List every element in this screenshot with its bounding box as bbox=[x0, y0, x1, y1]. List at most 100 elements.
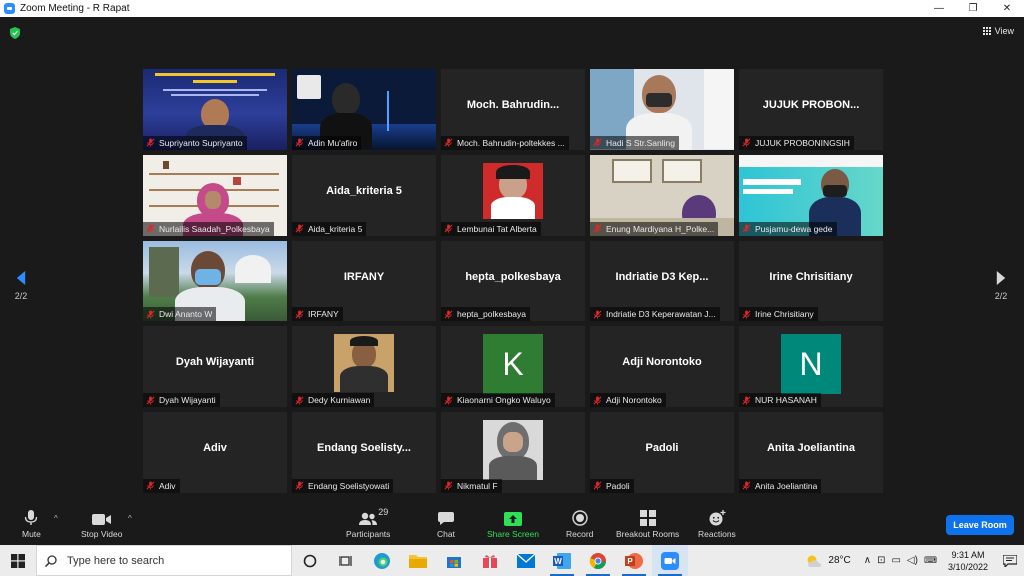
participant-tile[interactable]: K Kiaonarni Ongko Waluyo bbox=[441, 326, 585, 408]
volume-icon[interactable]: ◁) bbox=[907, 555, 918, 566]
participants-button[interactable]: 29 Participants bbox=[346, 507, 391, 539]
security-shield-icon[interactable] bbox=[10, 27, 20, 39]
audio-options-caret[interactable]: ^ bbox=[54, 514, 58, 523]
temperature-text: 28°C bbox=[828, 555, 851, 566]
view-button[interactable]: View bbox=[982, 26, 1014, 36]
record-button[interactable]: Record bbox=[566, 510, 593, 539]
participant-tile[interactable]: IRFANY IRFANY bbox=[292, 240, 436, 322]
muted-microphone-icon bbox=[295, 310, 304, 319]
participant-name: NUR HASANAH bbox=[755, 395, 817, 406]
chat-label: Chat bbox=[437, 529, 455, 539]
participant-name: Anita Joeliantina bbox=[755, 480, 818, 491]
participant-tile[interactable]: Lembunai Tat Alberta bbox=[441, 154, 585, 236]
taskbar-chrome[interactable] bbox=[580, 545, 616, 576]
participant-display-name: Moch. Bahrudin... bbox=[466, 99, 560, 111]
video-options-caret[interactable]: ^ bbox=[128, 514, 132, 523]
muted-microphone-icon bbox=[593, 310, 602, 319]
participant-tile[interactable]: Adji Norontoko Adji Norontoko bbox=[590, 326, 734, 408]
participant-name-label: Pusjamu-dewa gede bbox=[739, 221, 837, 236]
participant-tile[interactable]: hepta_polkesbaya hepta_polkesbaya bbox=[441, 240, 585, 322]
participant-tile[interactable]: Pusjamu-dewa gede bbox=[739, 154, 883, 236]
minimize-button[interactable]: — bbox=[922, 0, 956, 17]
tray-app-icon[interactable]: ⊡ bbox=[877, 555, 885, 566]
participants-label: Participants bbox=[346, 529, 391, 539]
stop-video-button[interactable]: Stop Video bbox=[81, 510, 122, 539]
participant-tile[interactable]: Nurlailis Saadah_Polkesbaya bbox=[143, 154, 287, 236]
stop-video-label: Stop Video bbox=[81, 529, 123, 539]
taskbar-zoom[interactable] bbox=[652, 545, 688, 576]
previous-page-button[interactable]: 2/2 bbox=[10, 271, 32, 301]
participant-tile[interactable]: Moch. Bahrudin... Moch. Bahrudin-poltekke… bbox=[441, 69, 585, 150]
participant-name: Pusjamu-dewa gede bbox=[755, 223, 833, 234]
breakout-rooms-label: Breakout Rooms bbox=[616, 529, 680, 539]
participant-tile[interactable]: Supriyanto Supriyanto bbox=[143, 69, 287, 150]
start-button[interactable] bbox=[0, 545, 36, 576]
close-button[interactable]: ✕ bbox=[990, 0, 1024, 17]
muted-microphone-icon bbox=[593, 224, 602, 233]
participant-tile[interactable]: Dwi Ananto W bbox=[143, 240, 287, 322]
share-screen-button[interactable]: Share Screen bbox=[487, 510, 539, 539]
participant-name: IRFANY bbox=[308, 309, 339, 320]
participant-tile[interactable]: Dyah Wijayanti Dyah Wijayanti bbox=[143, 326, 287, 408]
participant-tile[interactable]: Padoli Padoli bbox=[590, 412, 734, 493]
participant-display-name: Anita Joeliantina bbox=[766, 442, 856, 455]
taskbar-gift-app[interactable] bbox=[472, 545, 508, 576]
mute-button[interactable]: Mute bbox=[22, 510, 41, 539]
participant-avatar: N bbox=[781, 334, 841, 395]
taskbar-file-explorer[interactable] bbox=[400, 545, 436, 576]
task-view-button[interactable] bbox=[328, 545, 364, 576]
mute-label: Mute bbox=[22, 529, 41, 539]
screen: Zoom Meeting - R Rapat — ❐ ✕ View 2/2 2/… bbox=[0, 0, 1024, 576]
zoom-logo-icon bbox=[4, 3, 15, 14]
muted-microphone-icon bbox=[146, 481, 155, 491]
tray-overflow-chevron-icon[interactable]: ∧ bbox=[864, 555, 871, 566]
muted-microphone-icon bbox=[146, 224, 155, 233]
participant-tile[interactable]: N NUR HASANAH bbox=[739, 326, 883, 408]
taskbar-edge[interactable] bbox=[364, 545, 400, 576]
weather-widget[interactable]: 28°C bbox=[805, 554, 851, 568]
leave-room-button[interactable]: Leave Room bbox=[946, 515, 1014, 535]
participant-name-label: Dedy Kurniawan bbox=[292, 393, 375, 408]
participant-name-label: Dyah Wijayanti bbox=[143, 393, 220, 408]
participant-tile[interactable]: Hadi S Str.Sanling bbox=[590, 69, 734, 150]
notification-center-button[interactable] bbox=[996, 545, 1024, 576]
network-icon[interactable]: ▭ bbox=[891, 555, 900, 566]
participant-name-label: Nikmatul F bbox=[441, 478, 502, 493]
chat-button[interactable]: Chat bbox=[437, 510, 455, 539]
powerpoint-icon: P bbox=[625, 552, 643, 569]
participant-tile[interactable]: Endang Soelisty... Endang Soelistyowati bbox=[292, 412, 436, 493]
language-icon[interactable]: ⌨ bbox=[924, 555, 937, 566]
participant-name-label: JUJUK PROBONINGSIH bbox=[739, 135, 854, 150]
participant-tile[interactable]: Adin Mu'afiro bbox=[292, 69, 436, 150]
taskbar-word[interactable]: W bbox=[544, 545, 580, 576]
participant-display-name: IRFANY bbox=[343, 270, 385, 283]
participant-name: Hadi S Str.Sanling bbox=[606, 137, 675, 148]
muted-microphone-icon bbox=[295, 224, 304, 233]
taskbar-powerpoint[interactable]: P bbox=[616, 545, 652, 576]
participant-name-label: hepta_polkesbaya bbox=[441, 307, 531, 322]
breakout-rooms-button[interactable]: Breakout Rooms bbox=[616, 510, 679, 539]
participant-tile[interactable]: Aida_kriteria 5 Aida_kriteria 5 bbox=[292, 154, 436, 236]
participant-tile[interactable]: Nikmatul F bbox=[441, 412, 585, 493]
participant-tile[interactable]: Dedy Kurniawan bbox=[292, 326, 436, 408]
participant-tile[interactable]: Irine Chrisitiany Irine Chrisitiany bbox=[739, 240, 883, 322]
reactions-button[interactable]: Reactions bbox=[698, 510, 736, 539]
breakout-rooms-icon bbox=[639, 510, 656, 526]
taskbar-mail[interactable] bbox=[508, 545, 544, 576]
taskbar-store[interactable] bbox=[436, 545, 472, 576]
windows-logo-icon bbox=[11, 553, 25, 568]
participant-display-name: Padoli bbox=[645, 442, 679, 455]
participant-tile[interactable]: JUJUK PROBON... JUJUK PROBONINGSIH bbox=[739, 69, 883, 150]
restore-button[interactable]: ❐ bbox=[956, 0, 990, 17]
clock[interactable]: 9:31 AM 3/10/2022 bbox=[948, 549, 988, 573]
share-screen-label: Share Screen bbox=[487, 529, 539, 539]
participant-tile[interactable]: Adiv Adiv bbox=[143, 412, 287, 493]
participant-tile[interactable]: Anita Joeliantina Anita Joeliantina bbox=[739, 412, 883, 493]
participant-tile[interactable]: Enung Mardiyana H_Polke... bbox=[590, 154, 734, 236]
cortana-button[interactable] bbox=[292, 545, 328, 576]
next-page-button[interactable]: 2/2 bbox=[990, 271, 1012, 301]
participant-name: Padoli bbox=[606, 480, 630, 491]
taskbar-search-box[interactable]: Type here to search bbox=[36, 545, 292, 576]
muted-microphone-icon bbox=[444, 138, 453, 147]
participant-tile[interactable]: Indriatie D3 Kep... Indriatie D3 Keperawa… bbox=[590, 240, 734, 322]
